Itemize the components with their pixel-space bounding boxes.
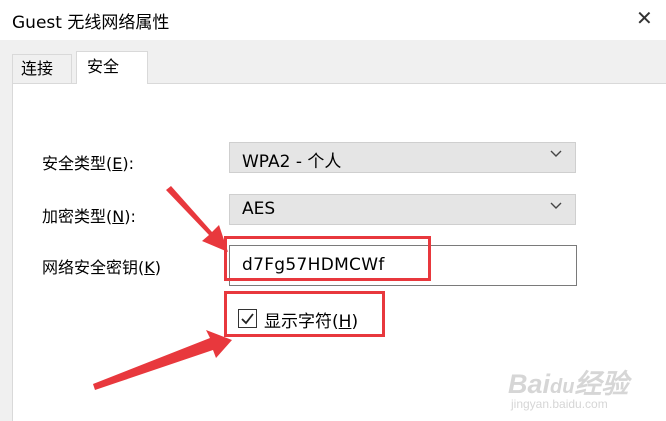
watermark-logo: Baidu经验 <box>508 369 629 399</box>
security-type-value: WPA2 - 个人 <box>242 152 342 172</box>
encryption-type-dropdown[interactable]: AES <box>229 194 576 225</box>
network-key-label: 网络安全密钥(K) <box>42 258 161 277</box>
security-type-dropdown[interactable]: WPA2 - 个人 <box>229 142 576 173</box>
key-highlight-box <box>224 236 431 281</box>
window-title: Guest 无线网络属性 <box>12 13 170 33</box>
chevron-down-icon <box>550 202 562 209</box>
close-icon[interactable]: ✕ <box>636 6 653 30</box>
tab-security-label: 安全 <box>87 57 120 76</box>
tab-connection-label: 连接 <box>21 59 54 78</box>
tab-connection[interactable]: 连接 <box>12 54 72 83</box>
security-type-label: 安全类型(E): <box>42 154 134 173</box>
tab-security[interactable]: 安全 <box>76 51 148 84</box>
watermark-url: jingyan.baidu.com <box>511 397 608 411</box>
title-bar: Guest 无线网络属性 ✕ <box>0 0 666 40</box>
encryption-type-label: 加密类型(N): <box>42 207 136 226</box>
chevron-down-icon <box>550 150 562 157</box>
checkbox-highlight-box <box>224 291 385 337</box>
encryption-type-value: AES <box>242 199 276 219</box>
